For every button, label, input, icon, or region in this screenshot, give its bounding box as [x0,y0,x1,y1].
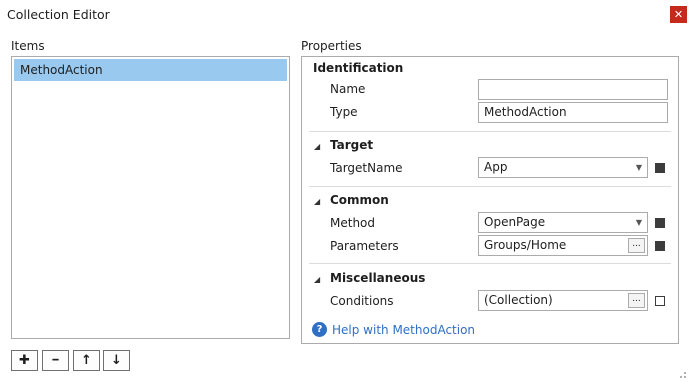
collapse-target-icon[interactable]: ◢ [314,142,320,151]
items-label: Items [11,39,45,53]
arrow-down-icon: ↓ [111,353,122,368]
conditions-value: (Collection) [484,293,553,307]
parameters-field[interactable]: Groups/Home ... [478,235,648,256]
conditions-field[interactable]: (Collection) ... [478,290,648,311]
property-marker[interactable] [655,218,665,228]
list-item[interactable]: MethodAction [14,59,287,81]
conditions-ellipsis-button[interactable]: ... [628,293,645,308]
move-down-button[interactable]: ↓ [103,350,130,371]
divider [309,131,671,132]
help-icon[interactable]: ? [312,322,327,337]
category-common: Common [330,193,389,207]
name-label: Name [330,82,366,96]
divider [309,186,671,187]
property-marker[interactable] [655,296,665,306]
window-title: Collection Editor [7,7,110,22]
method-label: Method [330,216,376,230]
parameters-value: Groups/Home [484,238,567,252]
collapse-miscellaneous-icon[interactable]: ◢ [314,275,320,284]
resize-grip-icon[interactable] [677,369,687,379]
remove-item-button[interactable]: ━ [42,350,69,371]
items-list[interactable]: MethodAction [11,56,290,339]
method-value: OpenPage [484,215,546,229]
arrow-up-icon: ↑ [81,353,92,368]
close-icon: ✕ [673,8,684,21]
category-identification: Identification [313,61,404,75]
add-item-button[interactable]: ✚ [11,350,38,371]
type-field[interactable]: MethodAction [478,102,668,123]
minus-icon: ━ [52,355,59,366]
property-marker[interactable] [655,163,665,173]
targetname-dropdown[interactable]: App ▼ [478,157,648,178]
chevron-down-icon: ▼ [635,218,642,227]
collapse-common-icon[interactable]: ◢ [314,197,320,206]
name-field[interactable] [478,79,668,100]
title-bar: Collection Editor ✕ [0,0,690,30]
category-miscellaneous: Miscellaneous [330,271,426,285]
category-target: Target [330,138,374,152]
properties-label: Properties [301,39,362,53]
property-grid: Identification Name Type MethodAction ◢ … [301,56,679,344]
help-link[interactable]: Help with MethodAction [332,323,475,337]
property-marker[interactable] [655,241,665,251]
close-button[interactable]: ✕ [670,6,687,23]
plus-icon: ✚ [19,353,30,368]
conditions-label: Conditions [330,294,394,308]
move-up-button[interactable]: ↑ [73,350,100,371]
parameters-ellipsis-button[interactable]: ... [628,238,645,253]
targetname-label: TargetName [330,161,403,175]
targetname-value: App [484,160,508,174]
type-label: Type [330,105,358,119]
method-dropdown[interactable]: OpenPage ▼ [478,212,648,233]
divider [309,263,671,264]
chevron-down-icon: ▼ [635,163,642,172]
parameters-label: Parameters [330,239,399,253]
